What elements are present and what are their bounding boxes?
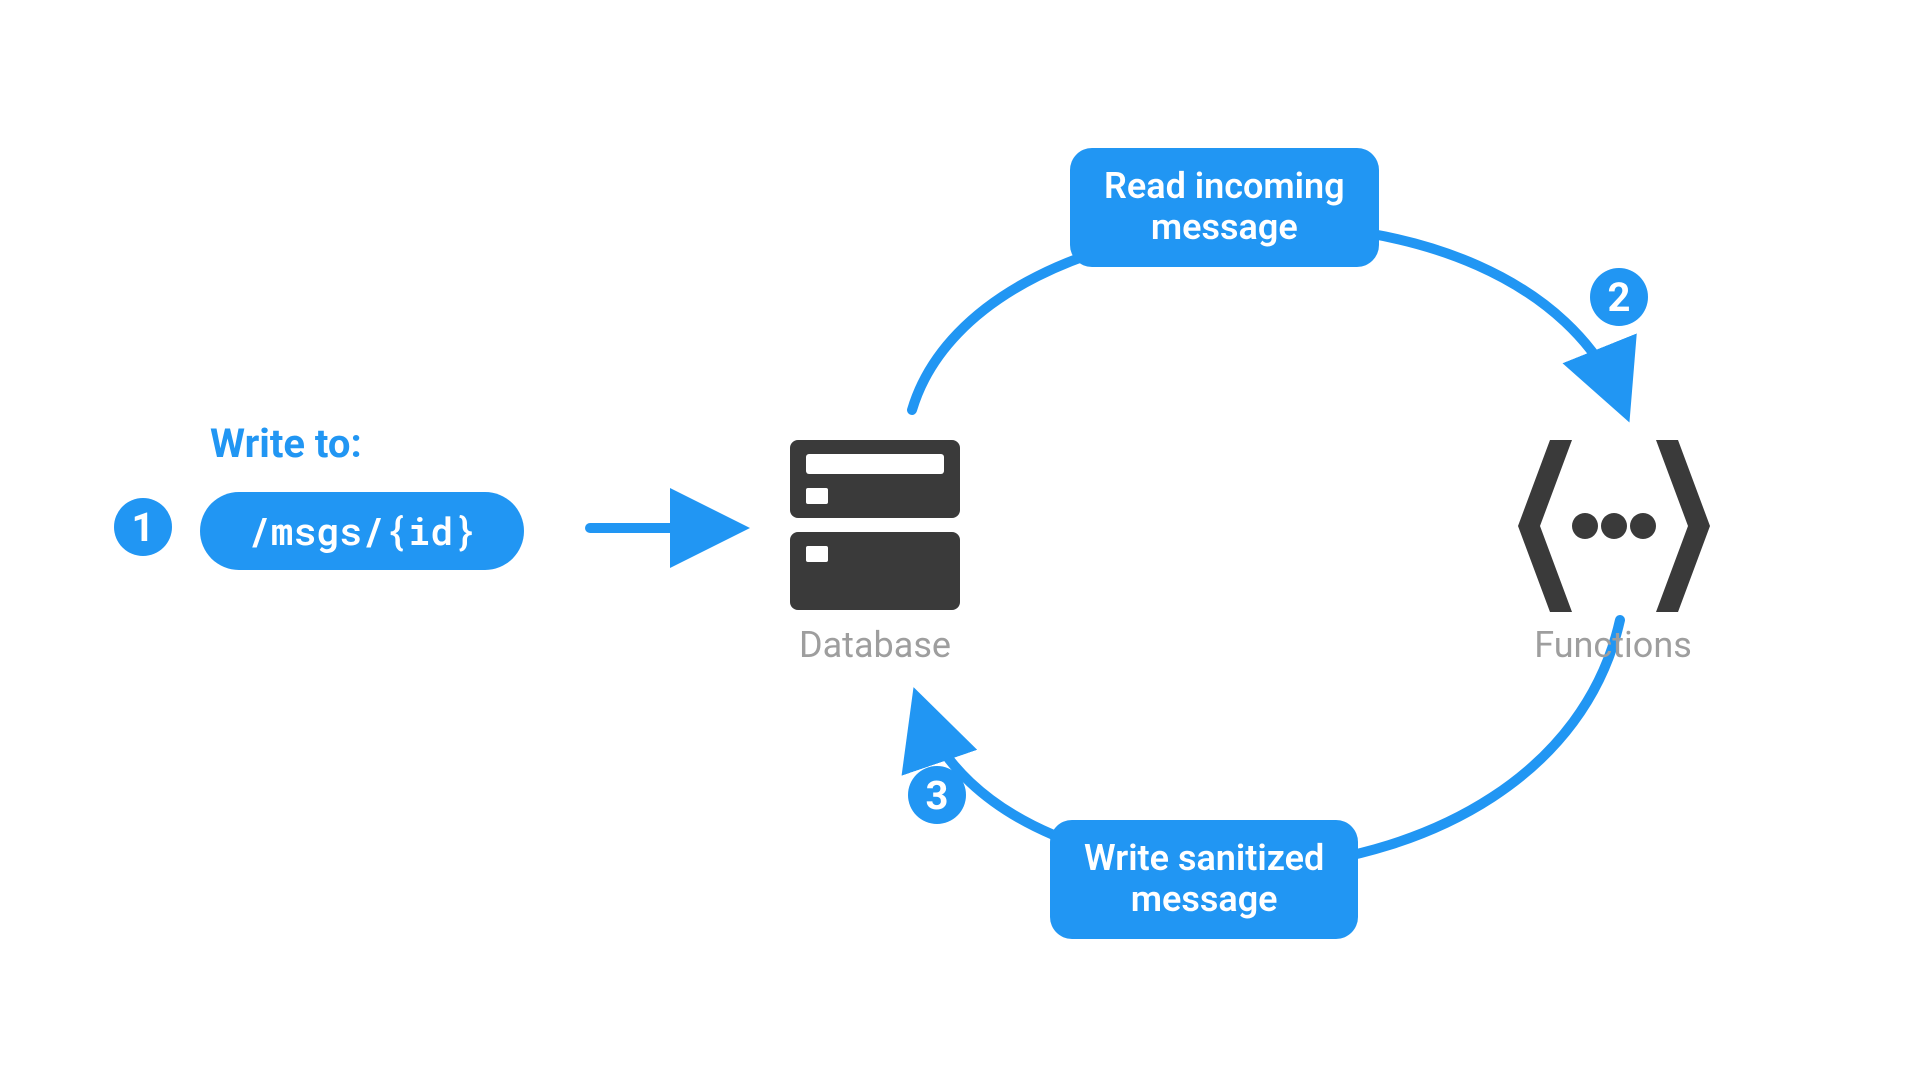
functions-caption: Functions bbox=[1510, 624, 1716, 666]
label-read-incoming: Read incoming message bbox=[1070, 148, 1379, 267]
label-write-sanitized: Write sanitized message bbox=[1050, 820, 1358, 939]
write-to-label: Write to: bbox=[210, 420, 362, 467]
step-badge-2: 2 bbox=[1590, 268, 1648, 326]
step-badge-3: 3 bbox=[908, 766, 966, 824]
label-write-sanitized-l2: message bbox=[1131, 878, 1278, 920]
functions-icon bbox=[1518, 440, 1710, 612]
database-caption: Database bbox=[790, 624, 960, 666]
label-read-incoming-l2: message bbox=[1151, 206, 1298, 248]
label-write-sanitized-l1: Write sanitized bbox=[1084, 837, 1324, 879]
step-badge-1: 1 bbox=[114, 498, 172, 556]
diagram-canvas: Write to: 1 /msgs/{id} Database Function… bbox=[0, 0, 1920, 1080]
path-pill: /msgs/{id} bbox=[200, 492, 524, 570]
database-icon bbox=[790, 440, 960, 610]
label-read-incoming-l1: Read incoming bbox=[1104, 165, 1345, 207]
